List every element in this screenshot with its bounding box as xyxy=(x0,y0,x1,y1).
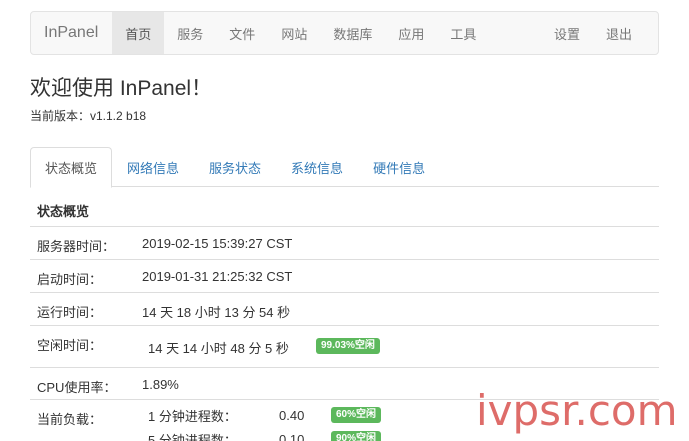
load-line: 5 分钟进程数： 0.10 90%空闲 xyxy=(148,427,382,441)
tab-system[interactable]: 系统信息 xyxy=(276,147,358,187)
uptime-value: 14 天 18 小时 13 分 54 秒 xyxy=(142,305,291,320)
nav-settings[interactable]: 设置 xyxy=(541,12,593,54)
tab-services[interactable]: 服务状态 xyxy=(194,147,276,187)
tab-hardware[interactable]: 硬件信息 xyxy=(358,147,440,187)
load-label: 当前负载： xyxy=(37,412,103,427)
table-row: 空闲时间： 14 天 14 小时 48 分 5 秒 99.03%空闲 xyxy=(30,325,659,367)
load-5min-value: 0.10 xyxy=(279,431,305,441)
load-5min-label: 5 分钟进程数： xyxy=(148,432,237,441)
watermark: ivpsr.com xyxy=(476,386,678,435)
load-line: 1 分钟进程数： 0.40 60%空闲 xyxy=(148,403,382,427)
load-1min-value: 0.40 xyxy=(279,407,305,423)
nav-websites[interactable]: 网站 xyxy=(268,12,320,54)
version-text: 当前版本：v1.1.2 b18 xyxy=(30,109,147,123)
load-5min-badge: 90%空闲 xyxy=(331,431,382,441)
idle-label: 空闲时间： xyxy=(37,338,103,353)
top-navbar: InPanel 首页 服务 文件 网站 数据库 应用 工具 设置 退出 xyxy=(30,11,659,55)
info-tabs: 状态概览 网络信息 服务状态 系统信息 硬件信息 xyxy=(30,147,659,188)
table-row: 服务器时间： 2019-02-15 15:39:27 CST xyxy=(30,226,659,259)
nav-services[interactable]: 服务 xyxy=(164,12,216,54)
boot-time-label: 启动时间： xyxy=(37,272,103,287)
brand-logo[interactable]: InPanel xyxy=(31,12,112,54)
idle-value: 14 天 14 小时 48 分 5 秒 xyxy=(148,341,289,356)
load-1min-badge: 60%空闲 xyxy=(331,407,382,423)
tab-overview[interactable]: 状态概览 xyxy=(30,147,113,188)
table-row: 运行时间： 14 天 18 小时 13 分 54 秒 xyxy=(30,292,659,325)
page-title: 欢迎使用 InPanel！ xyxy=(30,77,213,100)
nav-files[interactable]: 文件 xyxy=(216,12,268,54)
section-title: 状态概览 xyxy=(37,203,90,219)
nav-apps[interactable]: 应用 xyxy=(385,12,437,54)
nav-database[interactable]: 数据库 xyxy=(320,12,385,54)
server-time-value: 2019-02-15 15:39:27 CST xyxy=(142,236,293,251)
nav-home[interactable]: 首页 xyxy=(112,12,165,54)
cpu-label: CPU使用率： xyxy=(37,380,117,395)
table-row: 启动时间： 2019-01-31 21:25:32 CST xyxy=(30,259,659,292)
server-time-label: 服务器时间： xyxy=(37,239,116,254)
tab-network[interactable]: 网络信息 xyxy=(112,147,194,187)
load-1min-label: 1 分钟进程数： xyxy=(148,408,237,424)
idle-badge: 99.03%空闲 xyxy=(316,338,380,354)
nav-tools[interactable]: 工具 xyxy=(437,12,489,54)
nav-logout[interactable]: 退出 xyxy=(593,12,658,54)
uptime-label: 运行时间： xyxy=(37,305,103,320)
boot-time-value: 2019-01-31 21:25:32 CST xyxy=(142,269,293,284)
